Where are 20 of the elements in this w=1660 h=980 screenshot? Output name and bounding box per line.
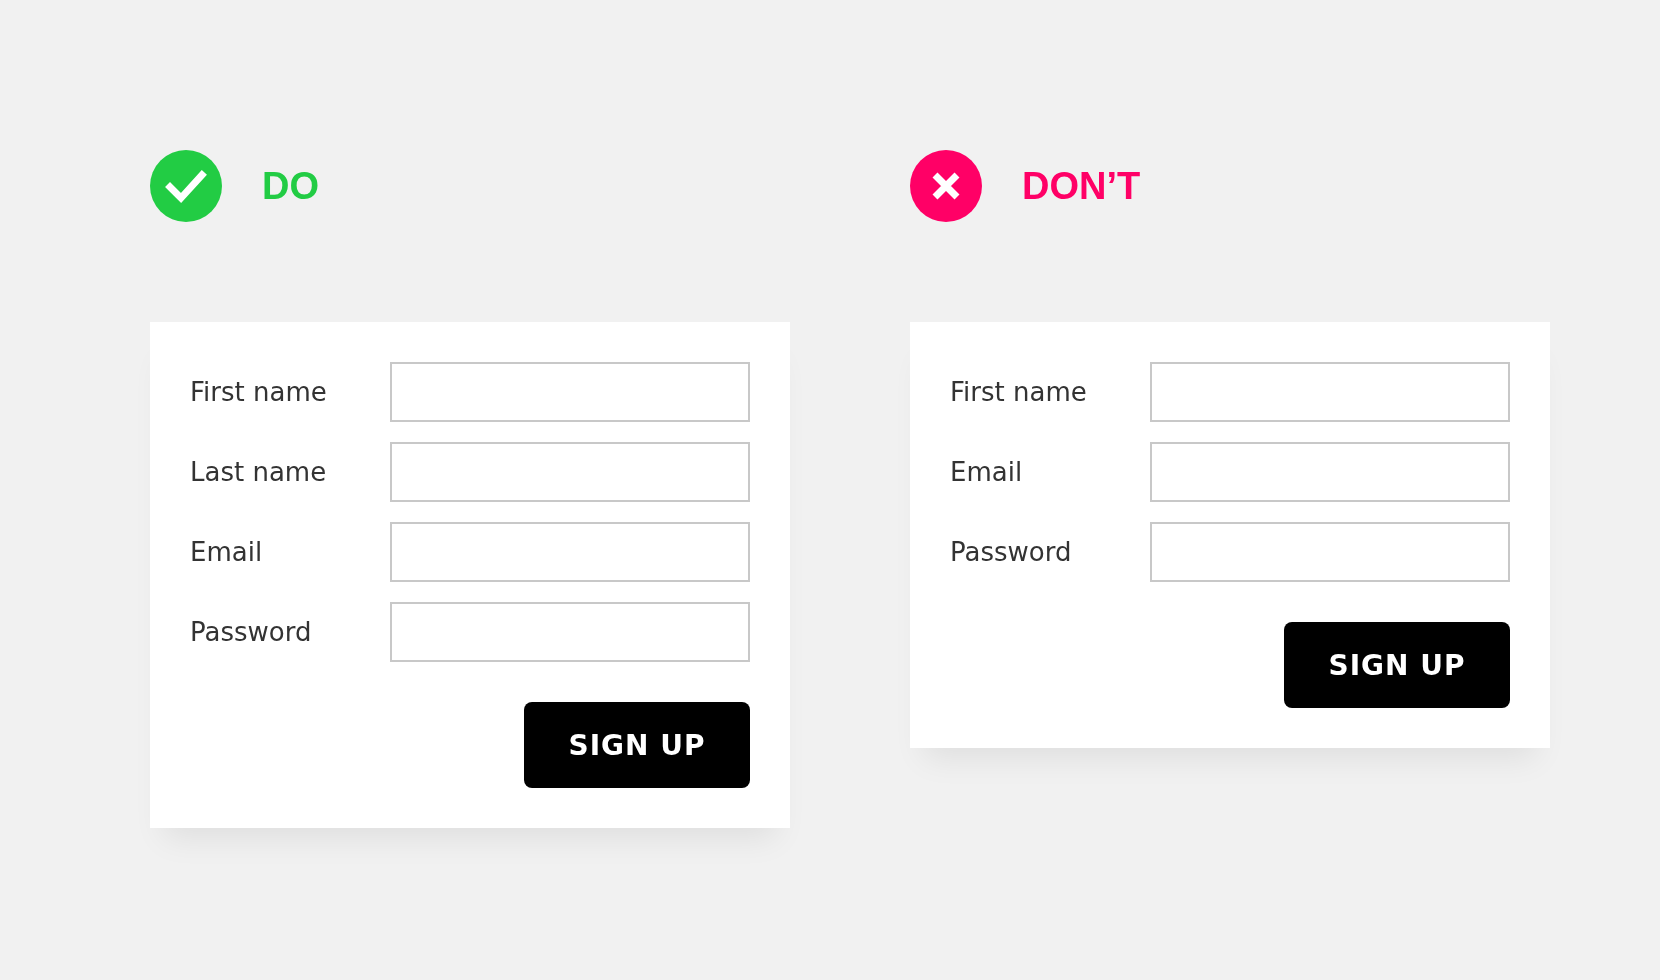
field-label: First name <box>190 377 328 407</box>
sign-up-button[interactable]: SIGN UP <box>524 702 750 788</box>
section-heading: DON’T <box>1022 164 1141 208</box>
field-label: Password <box>950 537 1073 567</box>
field-label: Last name <box>190 457 328 487</box>
field-label: Password <box>190 617 313 647</box>
section-heading: DO <box>262 164 319 208</box>
input-field[interactable] <box>390 362 750 422</box>
input-field[interactable] <box>390 442 750 502</box>
input-field[interactable] <box>390 602 750 662</box>
input-field[interactable] <box>1150 442 1510 502</box>
input-field[interactable] <box>1150 362 1510 422</box>
field-label: Email <box>190 537 264 567</box>
input-field[interactable] <box>1150 522 1510 582</box>
field-label: First name <box>950 377 1088 407</box>
close-icon <box>910 150 982 222</box>
check-icon <box>150 150 222 222</box>
input-field[interactable] <box>390 522 750 582</box>
field-label: Email <box>950 457 1024 487</box>
sign-up-button[interactable]: SIGN UP <box>1284 622 1510 708</box>
